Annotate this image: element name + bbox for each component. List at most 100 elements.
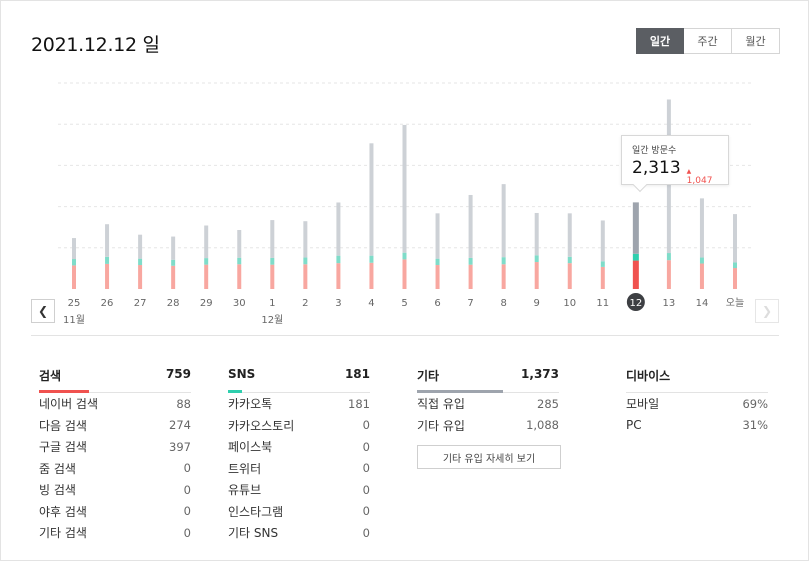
other-bar-segment: [204, 225, 209, 259]
sns-bar-segment: [733, 262, 737, 269]
sns-bar-segment: [567, 256, 572, 264]
x-tick-label: 27: [134, 298, 147, 309]
sns-bar-segment: [105, 256, 110, 264]
other-stats: 기타 1,373 직접 유입 285 기타 유입 1,088 기타 유입 자세히 보…: [417, 367, 561, 469]
search-bar-segment: [600, 266, 605, 289]
tooltip-label: 일간 방문수: [632, 146, 677, 156]
search-bar-segment: [632, 260, 639, 289]
sns-bar-segment: [237, 257, 242, 265]
x-tick-label: 2: [302, 298, 308, 309]
other-bar-segment: [733, 214, 737, 263]
other-bar-segment: [435, 213, 440, 259]
sns-bar-segment: [270, 257, 275, 265]
search-share-bar: [39, 390, 89, 393]
list-item: 기타 검색 0: [39, 525, 191, 541]
other-bar-segment: [567, 213, 572, 257]
search-bar-segment: [369, 262, 374, 289]
x-tick-label: 6: [434, 298, 440, 309]
tooltip-value: 2,313: [632, 158, 681, 178]
search-stats-title: 검색: [39, 369, 62, 383]
search-bar-segment: [468, 264, 473, 289]
list-item: 기타 SNS 0: [228, 525, 370, 541]
sns-bar-segment: [369, 255, 374, 263]
sns-bar-segment: [204, 258, 209, 265]
sns-bar-segment: [501, 257, 506, 265]
list-item: 페이스북 0: [228, 439, 370, 455]
search-stats-header: 검색 759: [39, 367, 191, 393]
search-bar-segment: [303, 264, 308, 289]
other-bar-segment: [402, 124, 407, 253]
sns-stats: SNS 181 카카오톡 181 카카오스토리 0 페이스북 0 트위터 0 유튜브 0 …: [228, 367, 370, 544]
search-bar-segment: [72, 265, 76, 289]
list-item: 모바일 69%: [626, 396, 768, 412]
x-tick-label: 13: [663, 298, 676, 309]
device-stats: 디바이스 모바일 69% PC 31%: [626, 367, 768, 436]
x-tick-label: 28: [167, 298, 180, 309]
sns-bar-segment: [666, 253, 671, 261]
sns-bar-segment: [303, 257, 308, 265]
search-bar-segment: [204, 264, 209, 289]
search-bar-segment: [733, 268, 737, 289]
other-bar-segment: [72, 238, 76, 260]
sns-bar-segment: [336, 255, 341, 264]
chart-tooltip: 일간 방문수 2,313 ▲ 1,047: [621, 135, 729, 193]
sns-bar-segment: [468, 257, 473, 265]
x-tick-label: 25: [68, 298, 81, 309]
month-label: 12월: [261, 314, 283, 326]
next-page-button[interactable]: ❯: [755, 299, 779, 323]
x-tick-label: 29: [200, 298, 213, 309]
list-item: 다음 검색 274: [39, 418, 191, 433]
search-bar-segment: [699, 263, 704, 289]
list-item: 빙 검색 0: [39, 482, 191, 498]
sns-bar-segment: [171, 259, 176, 266]
list-item: 카카오톡 181: [228, 396, 370, 412]
list-item: 구글 검색 397: [39, 439, 191, 455]
search-bar-segment: [171, 265, 176, 289]
search-bar-segment: [501, 264, 506, 289]
x-tick-label: 11: [596, 298, 609, 309]
x-tick-label: 30: [233, 298, 246, 309]
other-bar-segment: [534, 212, 539, 256]
x-tick-label: 10: [563, 298, 576, 309]
other-bar-segment: [171, 236, 176, 260]
search-bar-segment: [402, 259, 407, 289]
search-bar-segment: [105, 263, 110, 289]
sns-stats-header: SNS 181: [228, 367, 370, 393]
search-bar-segment: [336, 263, 341, 289]
other-bar-segment: [468, 194, 473, 258]
other-bar-segment: [600, 220, 605, 262]
other-bar-segment: [303, 221, 308, 258]
section-divider: [31, 335, 779, 336]
x-tick-label: 5: [401, 298, 407, 309]
x-tick-label: 8: [500, 298, 506, 309]
other-bar-segment: [699, 198, 704, 258]
other-bar-segment: [270, 220, 275, 258]
search-stats-total: 759: [165, 367, 191, 381]
chevron-left-icon: ❮: [37, 304, 49, 318]
sns-bar-segment: [632, 253, 639, 261]
sns-bar-segment: [600, 261, 605, 267]
search-bar-segment: [567, 263, 572, 289]
prev-page-button[interactable]: ❮: [31, 299, 55, 323]
x-tick-label: 3: [335, 298, 341, 309]
list-item: 직접 유입 285: [417, 396, 559, 412]
sns-bar-segment: [699, 257, 704, 264]
other-bar-segment: [138, 234, 143, 259]
other-stats-total: 1,373: [521, 367, 559, 381]
search-bar-segment: [435, 265, 440, 289]
sns-bar-segment: [435, 258, 440, 266]
sns-stats-title: SNS: [228, 367, 256, 381]
list-item: 야후 검색 0: [39, 504, 191, 519]
device-stats-title: 디바이스: [626, 369, 671, 383]
search-bar-segment: [237, 264, 242, 289]
device-stats-header: 디바이스: [626, 367, 768, 393]
month-label: 11월: [63, 314, 85, 326]
other-bar-segment: [105, 224, 110, 257]
tooltip-diff: ▲ 1,047: [687, 166, 718, 186]
other-inflow-detail-button[interactable]: 기타 유입 자세히 보기: [417, 445, 561, 469]
search-bar-segment: [666, 260, 671, 289]
x-tick-label: 9: [534, 298, 540, 309]
list-item: 유튜브 0: [228, 482, 370, 498]
search-bar-segment: [270, 264, 275, 289]
list-item: 트위터 0: [228, 461, 370, 476]
